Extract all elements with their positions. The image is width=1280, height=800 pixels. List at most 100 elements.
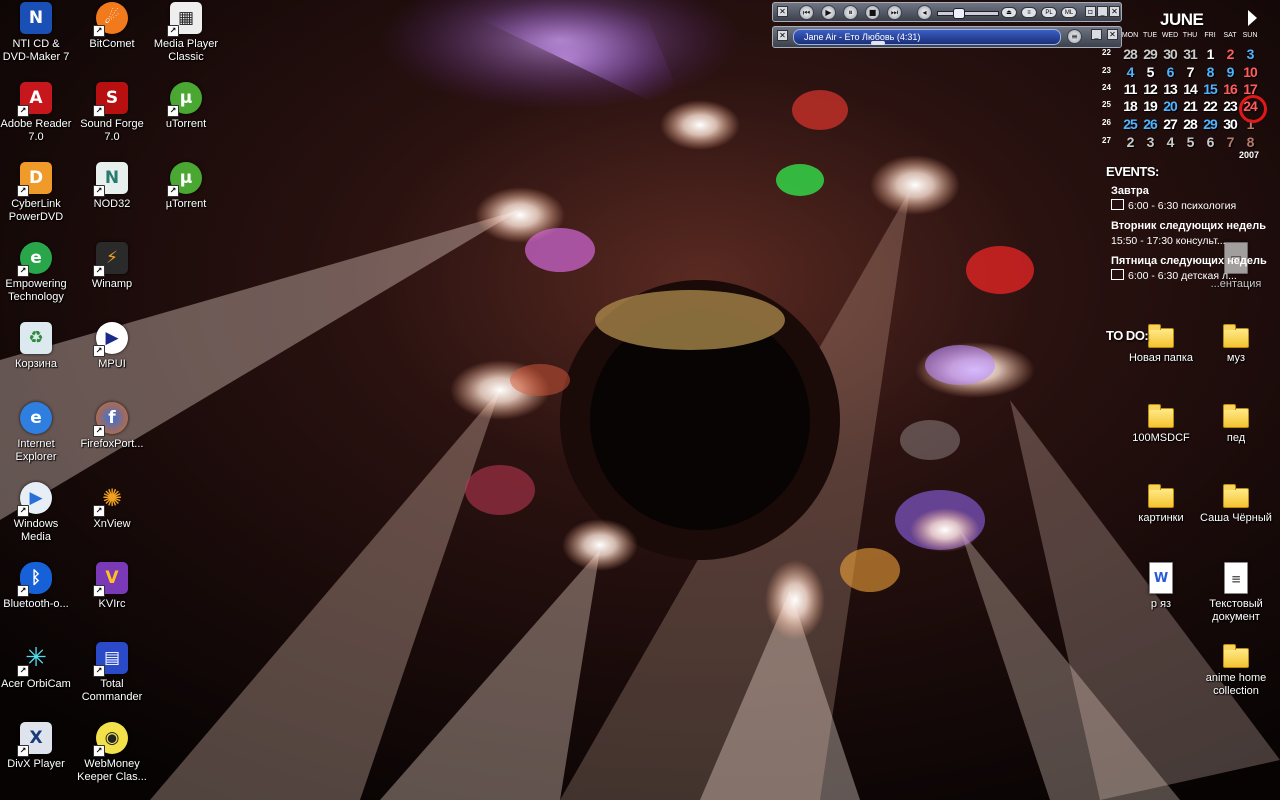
desktop-icon-xnview[interactable]: ✺ ↗ XnView — [74, 482, 150, 531]
calendar-day[interactable]: 4 — [1120, 64, 1140, 80]
calendar-day[interactable]: 8 — [1240, 134, 1260, 150]
calendar-day[interactable]: 8 — [1200, 64, 1220, 80]
folder-icon — [1223, 324, 1249, 348]
desktop-icon-winamp[interactable]: ⚡ ↗ Winamp — [74, 242, 150, 291]
winamp-menu-icon[interactable]: ✕ — [777, 6, 788, 17]
calendar-day[interactable]: 18 — [1120, 98, 1140, 114]
calendar-day[interactable]: 15 — [1200, 81, 1220, 97]
desktop-icon-bitcomet[interactable]: ☄ ↗ BitComet — [74, 2, 150, 51]
minimize-icon[interactable]: _ — [1097, 6, 1108, 17]
playlist-menu-icon[interactable]: ≡ — [1067, 29, 1082, 44]
desktop-icon-folder-muz[interactable]: муз — [1198, 322, 1274, 365]
calendar-day[interactable]: 30 — [1220, 116, 1240, 132]
eq-toggle-button[interactable]: ≡ — [1021, 7, 1037, 18]
desktop-icon-word-doc[interactable]: W р яз — [1123, 562, 1199, 611]
calendar-day[interactable]: 5 — [1180, 134, 1200, 150]
calendar-day[interactable]: 1 — [1200, 46, 1220, 62]
playlist-close-icon[interactable]: ✕ — [1107, 29, 1118, 40]
desktop-icon-folder-anime[interactable]: anime home collection — [1198, 642, 1274, 698]
desktop-icon-utorrent[interactable]: µ ↗ uTorrent — [148, 82, 224, 131]
calendar-day[interactable]: 6 — [1200, 134, 1220, 150]
desktop-icon-kvirc[interactable]: V ↗ KVIrc — [74, 562, 150, 611]
volume-slider[interactable] — [937, 11, 999, 16]
desktop-icon-recycle-bin[interactable]: ♻ Корзина — [0, 322, 74, 371]
winamp-menu-icon-2[interactable]: ✕ — [777, 30, 788, 41]
desktop-icon-media-player-classic[interactable]: ▦ ↗ Media Player Classic — [148, 2, 224, 64]
event-entry[interactable]: 15:50 - 17:30 консульт... — [1111, 233, 1279, 249]
divx-icon: X ↗ — [17, 722, 52, 757]
calendar-day[interactable]: 7 — [1180, 64, 1200, 80]
desktop-icon-text-doc[interactable]: ≡ Текстовый документ — [1198, 562, 1274, 624]
playlist-toggle-button[interactable]: PL — [1041, 7, 1057, 18]
desktop-icon-powerdvd[interactable]: D ↗ CyberLink PowerDVD — [0, 162, 74, 224]
calendar-day[interactable]: 31 — [1180, 46, 1200, 62]
calendar-day[interactable]: 7 — [1220, 134, 1240, 150]
desktop-icon-folder-sasha[interactable]: Саша Чёрный — [1198, 482, 1274, 525]
calendar-day[interactable]: 30 — [1160, 46, 1180, 62]
calendar-day[interactable]: 28 — [1120, 46, 1140, 62]
event-entry[interactable]: 6:00 - 6:30 детская л... — [1111, 268, 1279, 284]
desktop-icon-empowering[interactable]: e ↗ Empowering Technology — [0, 242, 74, 304]
calendar-day[interactable]: 11 — [1120, 81, 1140, 97]
pause-icon[interactable]: ⏸ — [843, 5, 858, 20]
seek-bar[interactable] — [871, 41, 885, 45]
previous-icon[interactable]: ⏮ — [799, 5, 814, 20]
desktop-icon-windows-media[interactable]: ▶ ↗ Windows Media — [0, 482, 74, 544]
desktop-icon-webmoney[interactable]: ◉ ↗ WebMoney Keeper Clas... — [74, 722, 150, 784]
media-library-toggle-button[interactable]: ML — [1061, 7, 1077, 18]
event-entry[interactable]: 6:00 - 6:30 психология — [1111, 198, 1279, 214]
calendar-day[interactable]: 21 — [1180, 98, 1200, 114]
eject-icon[interactable]: ⏏ — [1001, 7, 1017, 18]
calendar-day[interactable]: 3 — [1140, 134, 1160, 150]
stop-icon[interactable]: ■ — [865, 5, 880, 20]
desktop-icon-firefox[interactable]: f ↗ FirefoxPort... — [74, 402, 150, 451]
calendar-day[interactable]: 25 — [1120, 116, 1140, 132]
desktop-icon-mpui[interactable]: ▶ ↗ MPUI — [74, 322, 150, 371]
calendar-day[interactable]: 22 — [1200, 98, 1220, 114]
calendar-day[interactable]: 16 — [1220, 81, 1240, 97]
calendar-day[interactable]: 2 — [1120, 134, 1140, 150]
desktop-icon-folder-pictures[interactable]: картинки — [1123, 482, 1199, 525]
shade-icon[interactable]: ▫ — [1085, 6, 1096, 17]
dow-thu: THU — [1182, 32, 1198, 39]
close-icon[interactable]: ✕ — [1109, 6, 1120, 17]
winamp-track-bar[interactable]: ✕ Jane Air - Ето Любовь (4:31) ≡ _ ✕ — [772, 26, 1122, 48]
calendar-day[interactable]: 5 — [1140, 64, 1160, 80]
desktop-icon-divx[interactable]: X ↗ DivX Player — [0, 722, 74, 771]
desktop-icon-internet-explorer[interactable]: e Internet Explorer — [0, 402, 74, 464]
calendar-day[interactable]: 3 — [1240, 46, 1260, 62]
volume-slider-handle[interactable] — [953, 8, 965, 19]
desktop-icon-sound-forge[interactable]: S ↗ Sound Forge 7.0 — [74, 82, 150, 144]
desktop-icon-orbicam[interactable]: ✳ ↗ Acer OrbiCam — [0, 642, 74, 691]
calendar-day[interactable]: 2 — [1220, 46, 1240, 62]
event-day: Пятница следующих недель — [1111, 255, 1267, 267]
calendar-day[interactable]: 4 — [1160, 134, 1180, 150]
calendar-day[interactable]: 19 — [1140, 98, 1160, 114]
calendar-day[interactable]: 12 — [1140, 81, 1160, 97]
calendar-day[interactable]: 13 — [1160, 81, 1180, 97]
desktop-icon-folder-100msdcf[interactable]: 100MSDCF — [1123, 402, 1199, 445]
desktop-icon-nti[interactable]: N NTI CD & DVD-Maker 7 — [0, 2, 74, 64]
calendar-day[interactable]: 14 — [1180, 81, 1200, 97]
desktop-icon-nod32[interactable]: N ↗ NOD32 — [74, 162, 150, 211]
next-month-icon[interactable] — [1248, 10, 1257, 26]
winamp-main-bar[interactable]: ✕ ⏮ ▶ ⏸ ■ ⏭ ◂ ⏏ ≡ PL ML ▫ _ ✕ — [772, 2, 1122, 22]
calendar-day[interactable]: 10 — [1240, 64, 1260, 80]
calendar-day[interactable]: 28 — [1180, 116, 1200, 132]
desktop-icon-total-commander[interactable]: ▤ ↗ Total Commander — [74, 642, 150, 704]
desktop-icon-adobe-reader[interactable]: A ↗ Adobe Reader 7.0 — [0, 82, 74, 144]
playlist-minimize-icon[interactable]: _ — [1091, 29, 1102, 40]
next-icon[interactable]: ⏭ — [887, 5, 902, 20]
calendar-day[interactable]: 29 — [1200, 116, 1220, 132]
calendar-day[interactable]: 9 — [1220, 64, 1240, 80]
calendar-day[interactable]: 20 — [1160, 98, 1180, 114]
calendar-day[interactable]: 26 — [1140, 116, 1160, 132]
desktop-icon-bluetooth[interactable]: ᛒ ↗ Bluetooth-о... — [0, 562, 74, 611]
calendar-day[interactable]: 6 — [1160, 64, 1180, 80]
play-icon[interactable]: ▶ — [821, 5, 836, 20]
desktop-icon-utorrent-2[interactable]: µ ↗ µTorrent — [148, 162, 224, 211]
calendar-day[interactable]: 27 — [1160, 116, 1180, 132]
calendar-day[interactable]: 23 — [1220, 98, 1240, 114]
desktop-icon-folder-ped[interactable]: пед — [1198, 402, 1274, 445]
calendar-day[interactable]: 29 — [1140, 46, 1160, 62]
